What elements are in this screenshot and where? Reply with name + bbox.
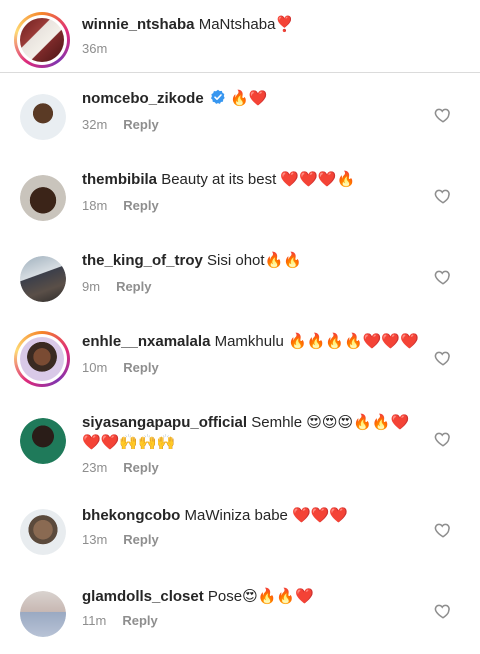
comment-text: Pose😍🔥🔥❤️ xyxy=(207,588,314,605)
commenter-avatar[interactable] xyxy=(20,509,66,555)
reply-button[interactable]: Reply xyxy=(123,460,158,475)
author-avatar[interactable] xyxy=(14,12,70,68)
comment-line: thembibila Beauty at its best ❤️❤️❤️🔥 xyxy=(82,170,355,190)
heart-outline-icon[interactable] xyxy=(434,106,452,124)
heart-outline-icon[interactable] xyxy=(434,430,452,448)
commenter-avatar[interactable] xyxy=(20,175,66,221)
heart-outline-icon[interactable] xyxy=(434,349,452,367)
commenter-photo xyxy=(20,509,66,555)
comment-username[interactable]: enhle__nxamalala xyxy=(82,333,210,350)
reply-button[interactable]: Reply xyxy=(123,198,158,213)
heart-outline-icon[interactable] xyxy=(434,187,452,205)
comment-row: enhle__nxamalala Mamkhulu 🔥🔥🔥🔥❤️❤️❤️ 10m… xyxy=(0,316,480,397)
commenter-avatar[interactable] xyxy=(14,331,70,387)
comment-time: 11m xyxy=(82,613,107,628)
comment-row: siyasangapapu_official Semhle 😍😍😍🔥🔥❤️ ❤️… xyxy=(0,397,480,496)
commenter-photo xyxy=(20,256,66,302)
commenter-photo xyxy=(20,591,66,637)
comment-row: glamdolls_closet Pose😍🔥🔥❤️ 11m Reply xyxy=(0,573,480,654)
comment-text-continued: ❤️❤️🙌🙌🙌 xyxy=(82,434,176,451)
comment-row: nomcebo_zikode 🔥❤️ 32m Reply xyxy=(0,73,480,154)
comment-line: siyasangapapu_official Semhle 😍😍😍🔥🔥❤️ xyxy=(82,413,409,433)
comment-row: bhekongcobo MaWiniza babe ❤️❤️❤️ 13m Repl… xyxy=(0,492,480,573)
comment-meta: 23m Reply xyxy=(82,459,159,477)
comment-meta: 10m Reply xyxy=(82,359,159,377)
heart-outline-icon[interactable] xyxy=(434,521,452,539)
reply-button[interactable]: Reply xyxy=(123,532,158,547)
heart-outline-icon[interactable] xyxy=(434,268,452,286)
comment-text: Mamkhulu 🔥🔥🔥🔥❤️❤️❤️ xyxy=(214,333,419,350)
comment-time: 23m xyxy=(82,460,108,475)
comment-text: 🔥❤️ xyxy=(230,90,268,107)
commenter-photo xyxy=(20,94,66,140)
comment-time: 32m xyxy=(82,117,108,132)
comment-row: thembibila Beauty at its best ❤️❤️❤️🔥 18… xyxy=(0,154,480,235)
commenter-avatar[interactable] xyxy=(20,256,66,302)
reply-button[interactable]: Reply xyxy=(123,117,158,132)
verified-badge-icon xyxy=(210,89,225,104)
comment-meta: 32m Reply xyxy=(82,116,159,134)
comment-meta: 18m Reply xyxy=(82,197,159,215)
comment-username[interactable]: nomcebo_zikode xyxy=(82,90,204,107)
comment-username[interactable]: glamdolls_closet xyxy=(82,588,204,605)
comment-text: Semhle 😍😍😍🔥🔥❤️ xyxy=(251,414,410,431)
comment-time: 9m xyxy=(82,279,101,294)
comment-line: bhekongcobo MaWiniza babe ❤️❤️❤️ xyxy=(82,506,348,526)
comment-username[interactable]: bhekongcobo xyxy=(82,507,180,524)
comment-line: nomcebo_zikode 🔥❤️ xyxy=(82,89,267,109)
heart-outline-icon[interactable] xyxy=(434,602,452,620)
reply-button[interactable]: Reply xyxy=(123,360,158,375)
comment-time: 13m xyxy=(82,532,108,547)
comment-line: glamdolls_closet Pose😍🔥🔥❤️ xyxy=(82,587,314,607)
comment-line: the_king_of_troy Sisi ohot🔥🔥 xyxy=(82,251,302,271)
comment-username[interactable]: thembibila xyxy=(82,171,157,188)
commenter-avatar[interactable] xyxy=(20,94,66,140)
comment-username[interactable]: siyasangapapu_official xyxy=(82,414,247,431)
comment-meta: 11m Reply xyxy=(82,612,158,630)
reply-button[interactable]: Reply xyxy=(122,613,157,628)
reply-button[interactable]: Reply xyxy=(116,279,151,294)
caption-username[interactable]: winnie_ntshaba xyxy=(82,16,195,33)
caption-meta: 36m xyxy=(82,40,107,58)
commenter-avatar[interactable] xyxy=(20,591,66,637)
caption-line: winnie_ntshaba MaNtshaba❣️ xyxy=(82,15,294,35)
commenter-avatar[interactable] xyxy=(20,418,66,464)
comment-time: 18m xyxy=(82,198,108,213)
comment-row: the_king_of_troy Sisi ohot🔥🔥 9m Reply xyxy=(0,235,480,316)
author-photo xyxy=(20,18,64,62)
comment-meta: 13m Reply xyxy=(82,531,159,549)
comment-text: Beauty at its best ❤️❤️❤️🔥 xyxy=(161,171,356,188)
comment-line: enhle__nxamalala Mamkhulu 🔥🔥🔥🔥❤️❤️❤️ xyxy=(82,332,419,352)
comment-text: MaWiniza babe ❤️❤️❤️ xyxy=(184,507,349,524)
commenter-photo xyxy=(20,337,64,381)
caption-text: MaNtshaba❣️ xyxy=(198,16,295,33)
commenter-photo xyxy=(20,418,66,464)
comment-text: Sisi ohot🔥🔥 xyxy=(207,252,302,269)
comment-username[interactable]: the_king_of_troy xyxy=(82,252,203,269)
caption-time: 36m xyxy=(82,41,108,56)
post-caption: winnie_ntshaba MaNtshaba❣️ 36m xyxy=(0,0,480,73)
comment-time: 10m xyxy=(82,360,108,375)
commenter-photo xyxy=(20,175,66,221)
comment-meta: 9m Reply xyxy=(82,278,151,296)
